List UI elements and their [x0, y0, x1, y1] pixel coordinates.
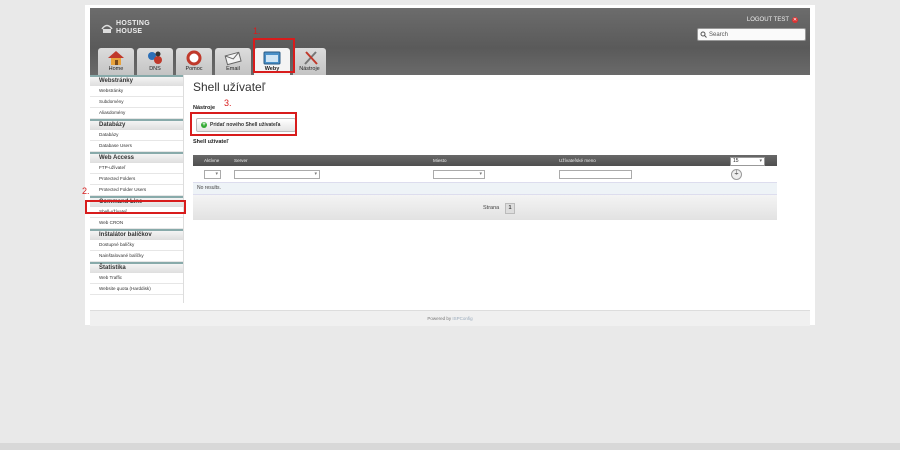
sidebar-item-available-packages[interactable]: Dostupné balíčky	[90, 240, 183, 251]
main-content: Shell užívateľ Nástroje + Pridať nového …	[193, 75, 805, 303]
tab-email[interactable]: Email	[215, 48, 251, 75]
column-miesto[interactable]: Miesto	[433, 158, 447, 163]
sidebar-item-subdomeny[interactable]: Subdomény	[90, 97, 183, 108]
pager: Strana 1	[193, 195, 777, 220]
sidebar: Webstránky Webstránky Subdomény Aliasdom…	[90, 75, 184, 303]
powered-by-label: Powered by	[427, 316, 452, 321]
sidebar-item-web-traffic[interactable]: Web Traffic	[90, 273, 183, 284]
sidebar-item-web-cron[interactable]: Web CRON	[90, 218, 183, 229]
footer: Powered by ISPConfig	[90, 310, 810, 326]
sidebar-heading-databazy: Databázy	[90, 119, 183, 130]
sidebar-item-database-users[interactable]: Database Users	[90, 141, 183, 152]
annotation-box-1	[253, 38, 295, 73]
tab-dns-label: DNS	[149, 66, 161, 72]
tab-pomoc[interactable]: Pomoc	[176, 48, 212, 75]
chevron-down-icon: ▾	[479, 171, 482, 177]
chevron-down-icon: ▾	[314, 171, 317, 177]
dns-icon	[148, 51, 162, 64]
filter-miesto[interactable]: ▾	[433, 170, 485, 179]
filter-aktivne[interactable]: ▾	[204, 170, 221, 179]
desktop-bottom-strip	[0, 443, 900, 450]
home-icon	[108, 51, 124, 65]
logo-icon	[101, 24, 113, 33]
filter-icon[interactable]: ⏚	[731, 169, 742, 180]
column-server[interactable]: Server	[234, 158, 248, 163]
chevron-down-icon: ▾	[215, 171, 218, 177]
sidebar-heading-package-installer: Inštalátor balíčkov	[90, 229, 183, 240]
tab-nastroje[interactable]: Nástroje	[293, 48, 326, 75]
tab-home-label: Home	[108, 66, 124, 72]
per-page-select[interactable]: 15 ▾	[730, 157, 765, 166]
sidebar-item-databazy[interactable]: Databázy	[90, 130, 183, 141]
table-header: Aktívne Server Miesto Užívateľské meno 1…	[193, 155, 777, 166]
filter-row: ▾ ▾ ▾ ⏚	[193, 166, 777, 183]
annotation-box-3	[190, 112, 297, 136]
pager-page-1[interactable]: 1	[505, 203, 515, 214]
browser-page: HOSTING HOUSE LOGOUT TEST ✕ Search Home …	[85, 5, 815, 326]
annotation-number-1: 1.	[253, 26, 261, 36]
sidebar-item-protected-folders[interactable]: Protected Folders	[90, 174, 183, 185]
filter-username[interactable]	[559, 170, 632, 179]
hosting-house-logo: HOSTING HOUSE	[100, 17, 170, 39]
annotation-number-2: 2.	[82, 186, 90, 196]
email-icon	[224, 51, 242, 66]
list-heading: Shell užívateľ	[193, 139, 229, 145]
per-page-value: 15	[733, 158, 739, 164]
column-username[interactable]: Užívateľské meno	[559, 158, 596, 163]
tools-heading: Nástroje	[193, 105, 216, 111]
sidebar-heading-web-access: Web Access	[90, 152, 183, 163]
logo-line-1: HOSTING	[116, 20, 150, 27]
sidebar-item-protected-folder-users[interactable]: Protected Folder Users	[90, 185, 183, 196]
search-icon	[700, 31, 707, 38]
ispconfig-link[interactable]: ISPConfig	[452, 316, 472, 321]
search-box[interactable]: Search	[697, 28, 806, 41]
help-icon	[186, 50, 202, 66]
column-aktivne[interactable]: Aktívne	[204, 158, 219, 163]
tools-icon	[304, 51, 318, 65]
tab-email-label: Email	[226, 66, 240, 72]
sidebar-item-installed-packages[interactable]: Nainštalované balíčky	[90, 251, 183, 262]
pager-label: Strana	[483, 205, 500, 211]
shell-user-table: Aktívne Server Miesto Užívateľské meno 1…	[193, 155, 777, 220]
sidebar-item-webstranky[interactable]: Webstránky	[90, 86, 183, 97]
annotation-number-3: 3.	[224, 98, 232, 108]
no-results-row: No results.	[193, 183, 777, 195]
logout-link[interactable]: LOGOUT TEST ✕	[747, 17, 798, 23]
logo-line-2: HOUSE	[116, 28, 143, 35]
tab-home[interactable]: Home	[98, 48, 134, 75]
tab-pomoc-label: Pomoc	[185, 66, 203, 72]
filter-server[interactable]: ▾	[234, 170, 320, 179]
sidebar-item-website-quota[interactable]: Website quota (Harddisk)	[90, 284, 183, 295]
chevron-down-icon: ▾	[759, 158, 762, 164]
tab-nastroje-label: Nástroje	[299, 66, 320, 72]
annotation-box-2	[85, 200, 186, 214]
logout-label: LOGOUT TEST	[746, 17, 789, 23]
page-title: Shell užívateľ	[193, 80, 266, 94]
search-placeholder: Search	[709, 31, 729, 38]
sidebar-item-aliasdomeny[interactable]: Aliasdomény	[90, 108, 183, 119]
top-header: HOSTING HOUSE LOGOUT TEST ✕ Search Home …	[90, 8, 810, 75]
sidebar-item-ftp-user[interactable]: FTP-užívateľ	[90, 163, 183, 174]
sidebar-heading-webstranky: Webstránky	[90, 75, 183, 86]
tab-dns[interactable]: DNS	[137, 48, 173, 75]
logout-icon: ✕	[792, 17, 798, 23]
sidebar-heading-statistics: Štatistika	[90, 262, 183, 273]
